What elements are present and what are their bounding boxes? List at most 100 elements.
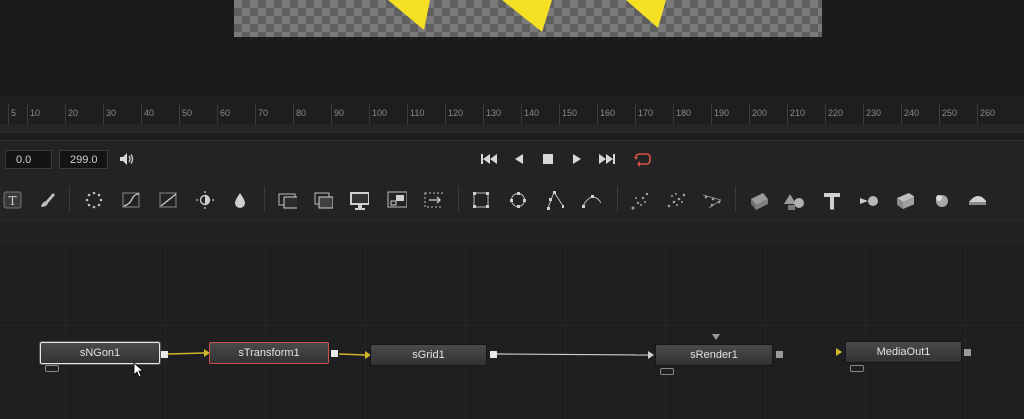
gradient-icon[interactable] [158, 190, 178, 210]
particle-emitter-icon[interactable] [630, 190, 650, 210]
timeline-scrub-bar[interactable] [0, 124, 1024, 132]
ruler-tick-label: 40 [144, 108, 155, 118]
node-sngon[interactable]: sNGon1 [40, 342, 160, 364]
resize-icon[interactable] [387, 190, 407, 210]
rectangle-mask-icon[interactable] [471, 190, 491, 210]
yellow-triangle [388, 0, 430, 30]
ruler-tick-label: 200 [752, 108, 768, 118]
ruler-tick-label: 130 [486, 108, 502, 118]
loop-icon[interactable] [632, 151, 652, 167]
ellipse-mask-icon[interactable] [508, 190, 528, 210]
ruler-tick [445, 104, 446, 124]
viewer-canvas[interactable] [234, 0, 822, 37]
ruler-tick [521, 104, 522, 124]
play-forward-icon[interactable] [570, 151, 584, 167]
ruler-tick [749, 104, 750, 124]
node-sgrid[interactable]: sGrid1 [370, 344, 487, 366]
ruler-tick [103, 104, 104, 124]
link-arrow [648, 351, 654, 359]
particle-style-icon[interactable] [701, 190, 721, 210]
ruler-tick-label: 150 [562, 108, 578, 118]
text3d-icon[interactable] [821, 190, 841, 210]
ruler-tick [293, 104, 294, 124]
ruler-tick [635, 104, 636, 124]
skip-to-start-icon[interactable] [480, 151, 498, 167]
link-ngon-to-transform [167, 352, 205, 355]
node-output-port[interactable] [161, 351, 168, 358]
skip-to-end-icon[interactable] [598, 151, 616, 167]
node-mask-port[interactable] [45, 365, 59, 372]
ruler-tick-label: 250 [942, 108, 958, 118]
ruler-tick [711, 104, 712, 124]
ruler-tick [559, 104, 560, 124]
renderer3d-icon[interactable] [894, 190, 914, 210]
shape3d-icon[interactable] [748, 190, 768, 210]
node-srender[interactable]: sRender1 [655, 344, 773, 366]
ruler-tick-label: 100 [372, 108, 388, 118]
ruler-tick-label: 60 [220, 108, 231, 118]
particles-icon[interactable] [84, 190, 104, 210]
ruler-tick-label: 210 [790, 108, 806, 118]
audio-icon[interactable] [118, 151, 136, 167]
node-stransform[interactable]: sTransform1 [209, 342, 329, 364]
stop-icon[interactable] [541, 151, 555, 167]
ruler-tick-label: 240 [904, 108, 920, 118]
ruler-tick [483, 104, 484, 124]
image-plane-icon[interactable] [966, 190, 986, 210]
ruler-tick [179, 104, 180, 124]
ruler-tick-label: 170 [638, 108, 654, 118]
ruler-tick [65, 104, 66, 124]
ruler-tick [673, 104, 674, 124]
node-output-port[interactable] [776, 351, 783, 358]
viewer-panel[interactable] [0, 0, 1024, 96]
ruler-tick-label: 190 [714, 108, 730, 118]
link-grid-to-render [496, 353, 649, 356]
toolbar-separator [69, 186, 70, 212]
ruler-tick [331, 104, 332, 124]
bspline-mask-icon[interactable] [581, 190, 601, 210]
merge-icon[interactable] [277, 190, 297, 210]
node-output-port[interactable] [964, 349, 971, 356]
ruler-tick-label: 50 [182, 108, 193, 118]
camera3d-icon[interactable] [858, 190, 878, 210]
blur-drop-icon[interactable] [230, 190, 250, 210]
link-transform-to-grid [338, 353, 366, 356]
ruler-tick [27, 104, 28, 124]
ruler-tick [787, 104, 788, 124]
ruler-tick [597, 104, 598, 124]
yellow-triangle [502, 0, 552, 32]
ruler-tick [901, 104, 902, 124]
start-frame-field[interactable]: 0.0 [5, 150, 52, 169]
node-view-indicator [660, 368, 674, 375]
toolbar-separator [264, 186, 265, 212]
ruler-tick-label: 140 [524, 108, 540, 118]
end-frame-field[interactable]: 299.0 [59, 150, 108, 169]
ruler-tick [369, 104, 370, 124]
polygon-mask-icon[interactable] [544, 190, 564, 210]
merge3d-icon[interactable] [784, 190, 804, 210]
ruler-tick-label: 220 [828, 108, 844, 118]
paint-tool-icon[interactable] [37, 190, 57, 210]
ruler-tick [217, 104, 218, 124]
viewer-monitor-icon[interactable] [349, 190, 369, 210]
toolbar-separator [617, 186, 618, 212]
ruler-tick [939, 104, 940, 124]
brightness-contrast-icon[interactable] [195, 190, 215, 210]
ruler-tick [863, 104, 864, 124]
node-output-port[interactable] [331, 350, 338, 357]
play-reverse-icon[interactable] [512, 151, 526, 167]
ruler-tick [141, 104, 142, 124]
node-mediaout[interactable]: MediaOut1 [845, 341, 962, 363]
ruler-tick [825, 104, 826, 124]
yellow-triangle [626, 0, 666, 28]
mouse-cursor-icon [133, 362, 145, 378]
background-layers-icon[interactable] [313, 190, 333, 210]
svg-text:T: T [8, 194, 16, 208]
light-icon[interactable] [931, 190, 951, 210]
node-output-port[interactable] [490, 351, 497, 358]
text-tool-icon[interactable]: T [3, 190, 23, 210]
node-input-triangle[interactable] [712, 334, 720, 340]
transform-icon[interactable] [423, 190, 443, 210]
particle-render-icon[interactable] [665, 190, 685, 210]
color-curves-icon[interactable] [121, 190, 141, 210]
